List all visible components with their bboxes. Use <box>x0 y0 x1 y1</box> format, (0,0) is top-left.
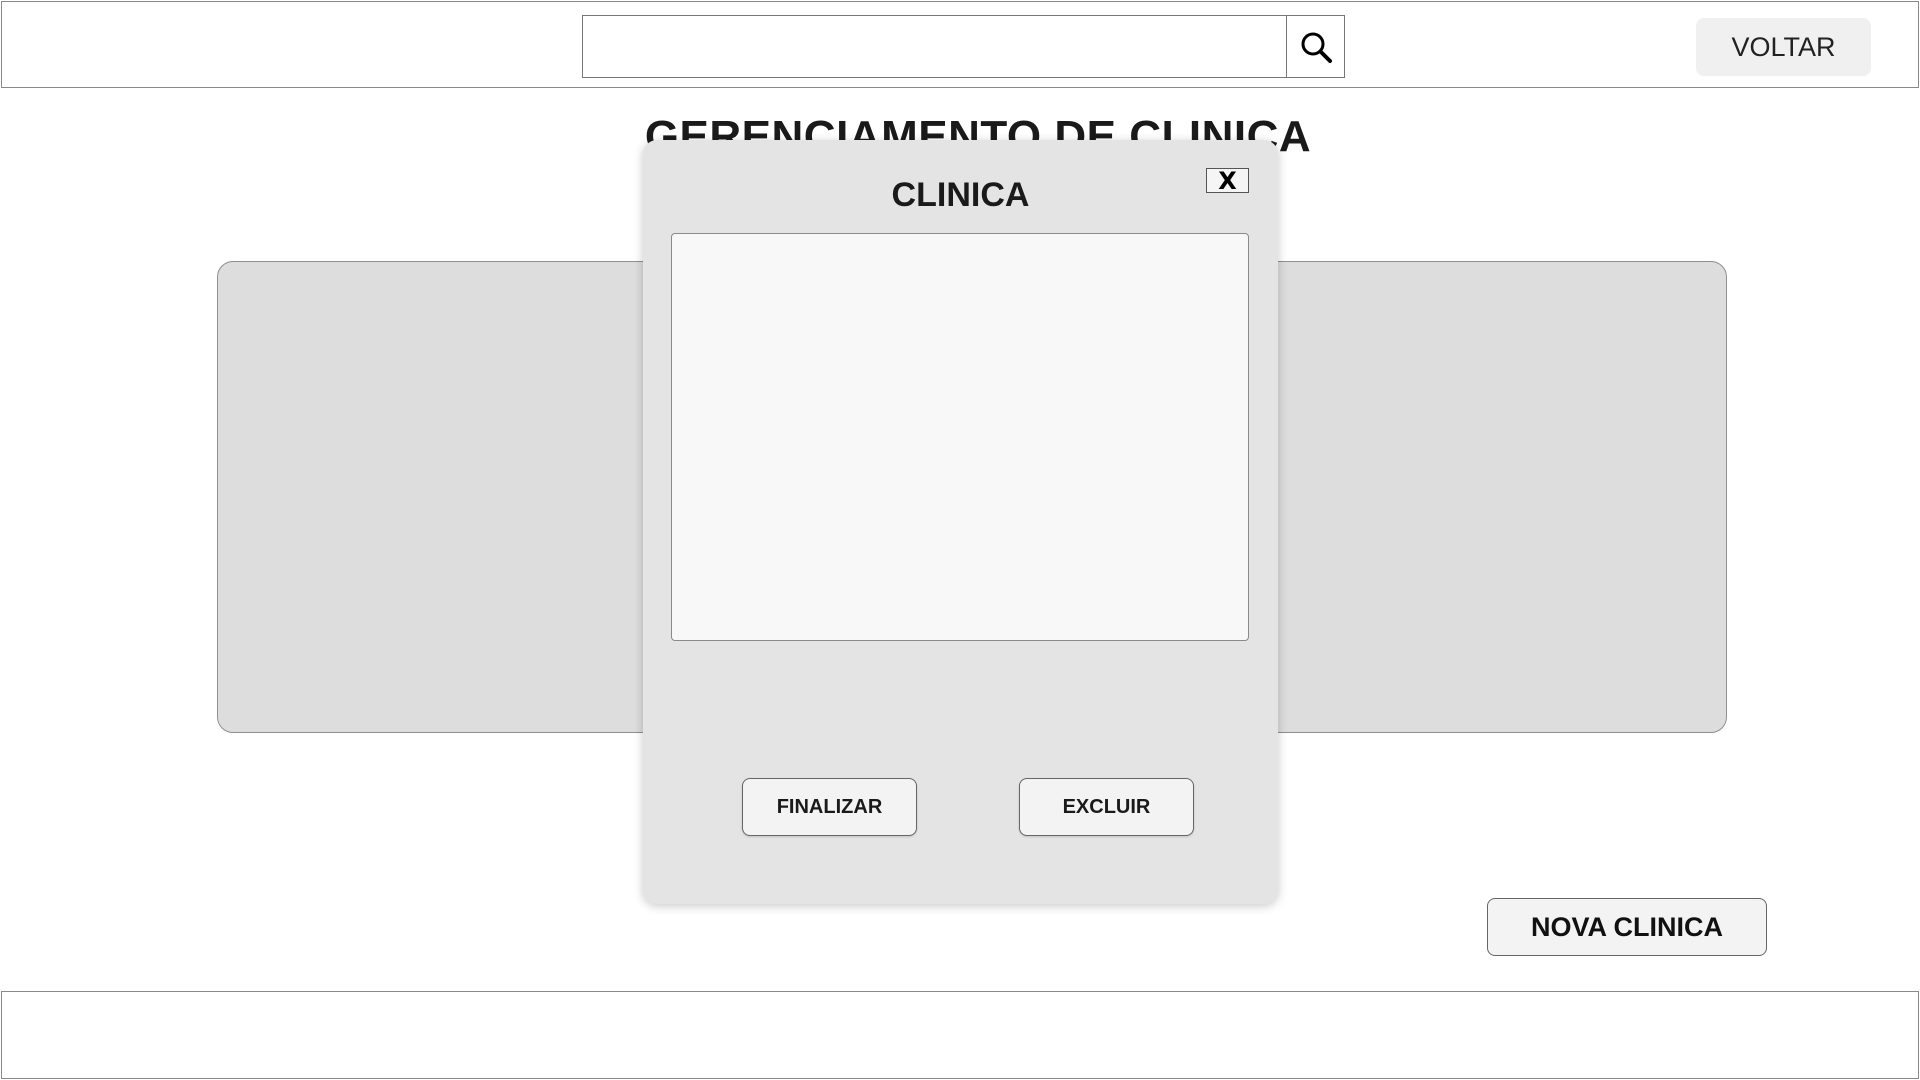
clinic-modal: CLINICA X FINALIZAR EXCLUIR <box>643 140 1278 904</box>
delete-button[interactable]: EXCLUIR <box>1019 778 1194 836</box>
finalize-button[interactable]: FINALIZAR <box>742 778 917 836</box>
search-box <box>582 15 1345 78</box>
search-input[interactable] <box>583 16 1286 77</box>
back-button[interactable]: VOLTAR <box>1696 18 1871 76</box>
new-clinic-button[interactable]: NOVA CLINICA <box>1487 898 1767 956</box>
top-bar: VOLTAR <box>1 1 1919 88</box>
modal-title: CLINICA <box>891 176 1030 214</box>
search-button[interactable] <box>1286 16 1344 77</box>
modal-content-area[interactable] <box>671 233 1249 641</box>
close-button[interactable]: X <box>1206 168 1249 193</box>
footer-bar <box>1 991 1919 1079</box>
search-icon <box>1301 32 1332 63</box>
